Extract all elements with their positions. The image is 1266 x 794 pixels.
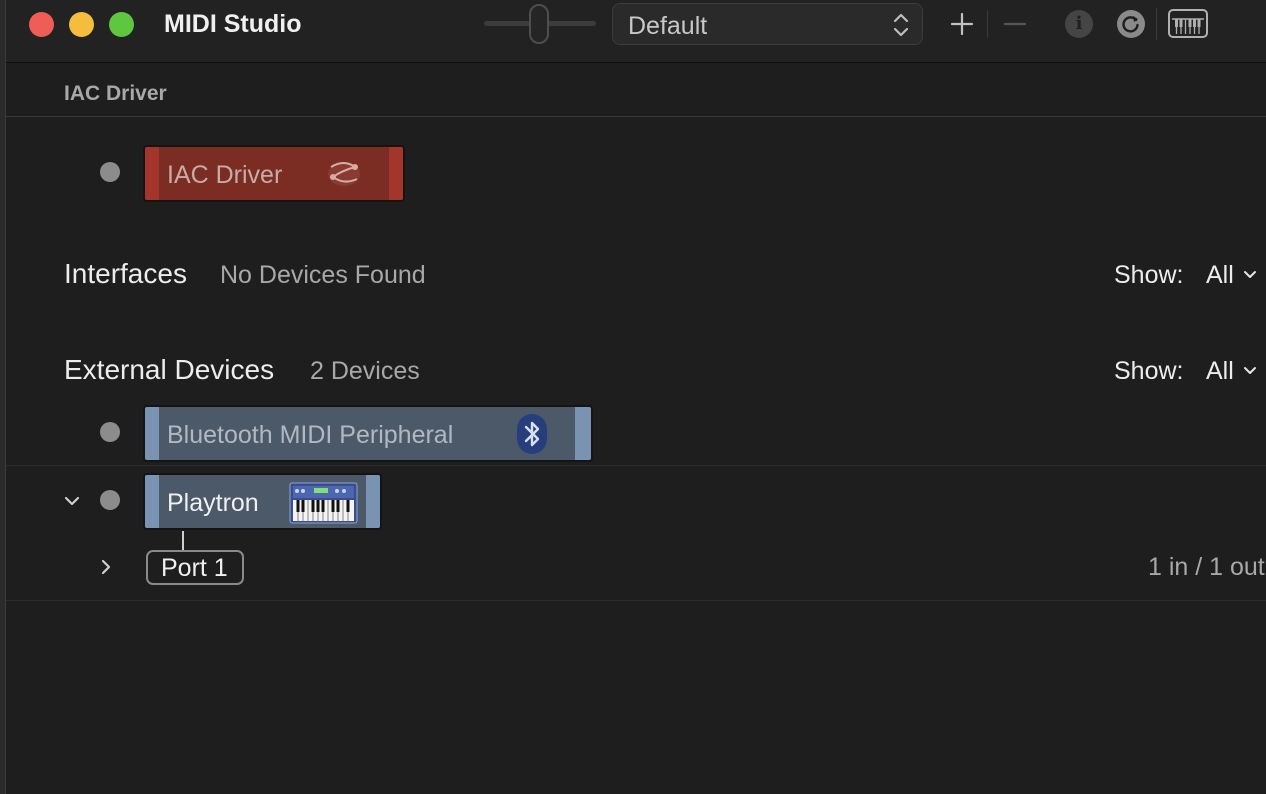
playtron-device[interactable]: Playtron — [143, 473, 382, 530]
toolbar-separator — [1156, 8, 1157, 40]
chevron-down-icon[interactable] — [64, 493, 80, 509]
device-status-dot — [100, 422, 120, 442]
title-bar: MIDI Studio Default i — [6, 0, 1266, 63]
device-edge — [575, 407, 591, 460]
info-icon[interactable]: i — [1065, 10, 1093, 38]
iac-driver-icon — [328, 162, 360, 186]
device-status-dot — [100, 162, 120, 182]
device-edge — [145, 407, 159, 460]
section-header-label: IAC Driver — [64, 82, 167, 105]
window-title: MIDI Studio — [164, 10, 302, 38]
refresh-icon[interactable] — [1117, 10, 1145, 38]
iac-driver-device[interactable]: IAC Driver — [143, 145, 405, 202]
chevron-down-icon[interactable] — [1243, 366, 1257, 376]
synthesizer-keyboard-icon — [289, 482, 358, 524]
row-divider — [6, 600, 1266, 601]
minimize-window-button[interactable] — [69, 12, 94, 37]
bluetooth-midi-device[interactable]: Bluetooth MIDI Peripheral — [143, 405, 593, 462]
device-name: IAC Driver — [167, 161, 283, 189]
iac-section-header: IAC Driver — [6, 63, 1266, 117]
configuration-value: Default — [628, 12, 708, 40]
interfaces-show-filter[interactable]: All — [1206, 261, 1234, 290]
port-1-entity[interactable]: Port 1 — [146, 550, 244, 585]
window-edge — [0, 0, 6, 794]
close-window-button[interactable] — [29, 12, 54, 37]
chevron-down-icon[interactable] — [1243, 270, 1257, 280]
minus-icon[interactable] — [1001, 10, 1029, 38]
piano-keyboard-icon[interactable] — [1168, 9, 1208, 38]
bluetooth-icon — [517, 414, 547, 454]
port-connector — [182, 531, 184, 550]
interfaces-title: Interfaces — [64, 258, 187, 289]
device-name: Playtron — [167, 489, 259, 517]
zoom-window-button[interactable] — [109, 12, 134, 37]
show-label: Show: — [1114, 357, 1184, 385]
device-edge — [145, 147, 159, 200]
device-edge — [389, 147, 403, 200]
configuration-select[interactable]: Default — [612, 3, 923, 45]
toolbar-separator — [987, 10, 988, 38]
external-devices-show-filter[interactable]: All — [1206, 357, 1234, 386]
plus-icon[interactable] — [948, 10, 976, 38]
row-divider — [6, 465, 1266, 466]
external-devices-count: 2 Devices — [310, 357, 420, 385]
device-name: Bluetooth MIDI Peripheral — [167, 421, 454, 449]
port-name: Port 1 — [161, 554, 228, 582]
interfaces-status: No Devices Found — [220, 261, 426, 289]
external-devices-title: External Devices — [64, 354, 275, 385]
up-down-chevron-icon — [893, 13, 909, 37]
show-label: Show: — [1114, 261, 1184, 289]
device-edge — [145, 475, 159, 528]
icon-size-slider-knob[interactable] — [529, 4, 549, 44]
device-status-dot — [100, 490, 120, 510]
chevron-right-icon[interactable] — [98, 559, 114, 575]
port-io-count: 1 in / 1 out — [1148, 553, 1265, 581]
device-edge — [366, 475, 380, 528]
